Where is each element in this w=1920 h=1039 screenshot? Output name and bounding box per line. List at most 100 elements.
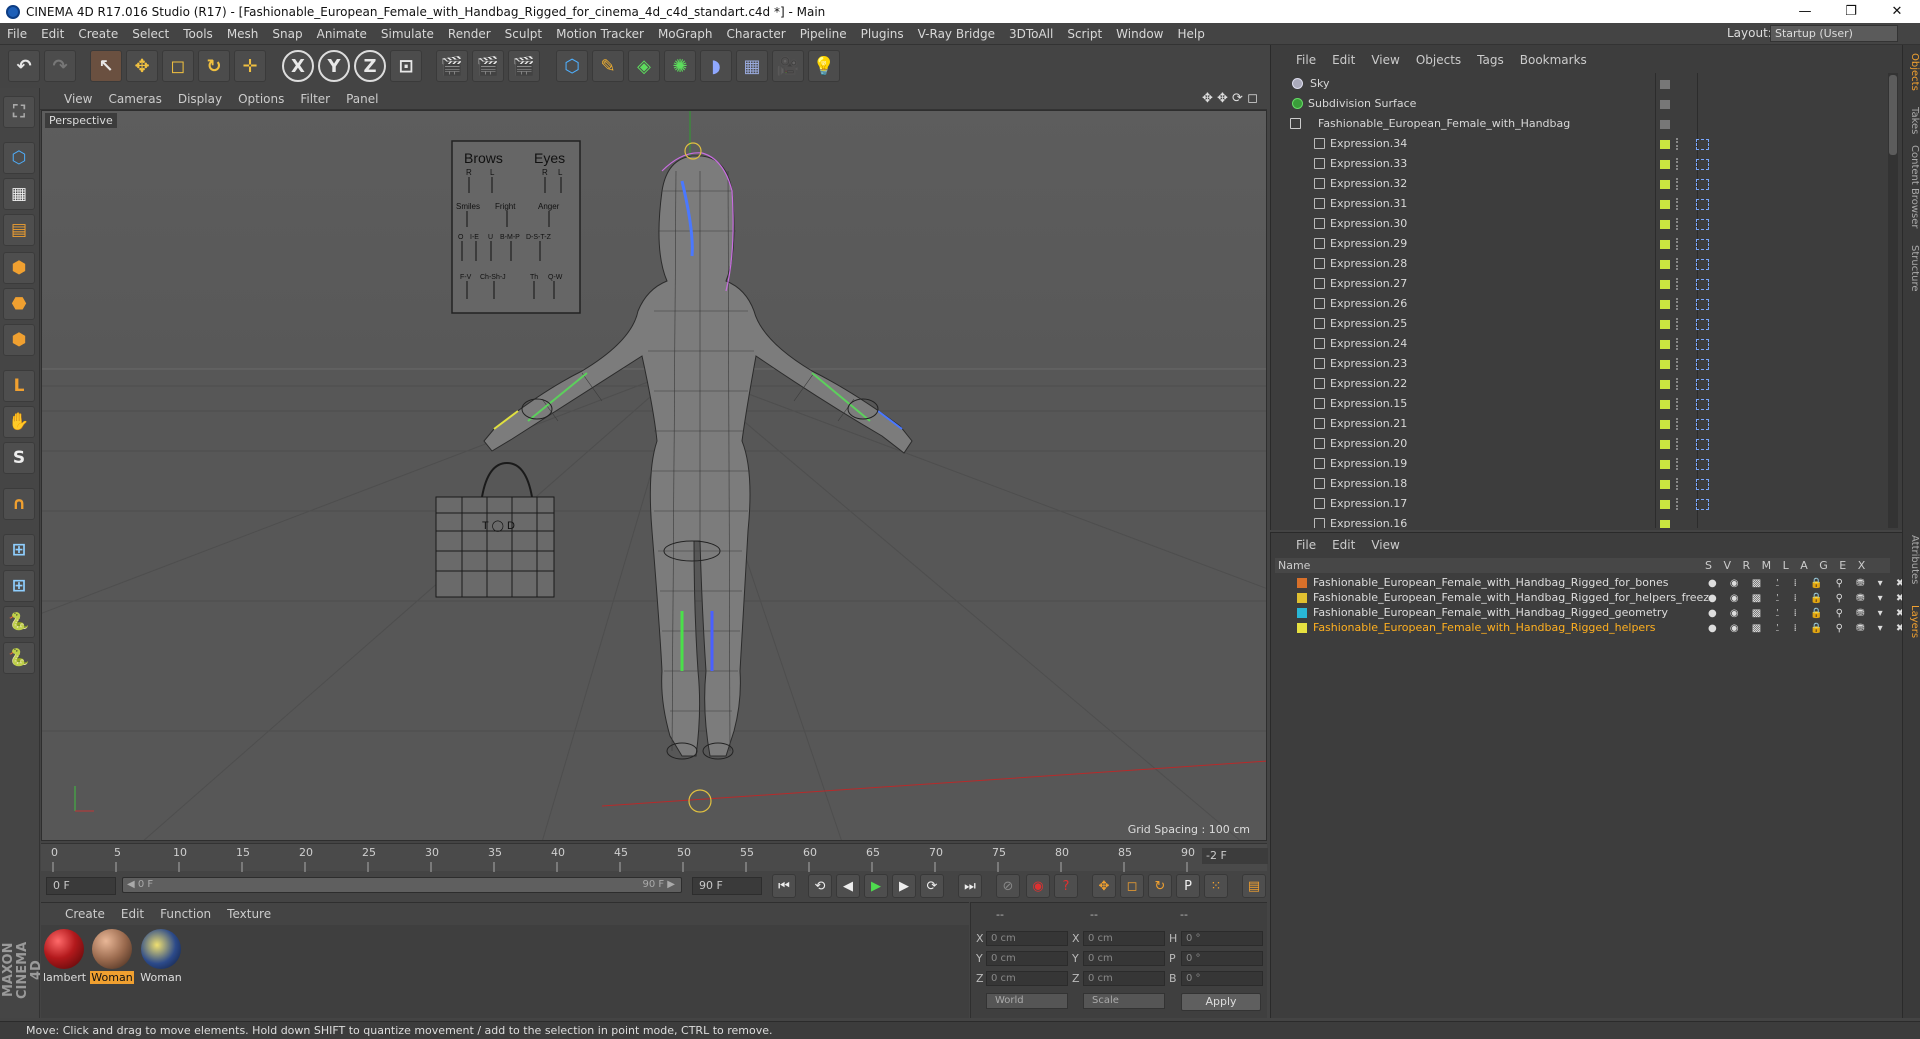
viewport-menu-panel[interactable]: Panel: [338, 92, 386, 106]
side-tab-takes[interactable]: Takes: [1904, 107, 1920, 134]
object-row-expression[interactable]: Expression.30: [1278, 214, 1890, 234]
xpresso-tag-icon[interactable]: [1696, 459, 1709, 470]
menu-help[interactable]: Help: [1170, 27, 1211, 41]
material-lambert[interactable]: lambert: [42, 929, 86, 984]
python-script-icon[interactable]: 🐍: [3, 606, 35, 638]
xpresso-tag-icon[interactable]: [1696, 359, 1709, 370]
side-tab-layers[interactable]: Layers: [1904, 605, 1920, 638]
object-row-expression[interactable]: Expression.29: [1278, 234, 1890, 254]
tweak-mode-icon[interactable]: ✋: [3, 406, 35, 438]
frame-range-slider[interactable]: ◀ 0 F 90 F ▶: [122, 877, 682, 893]
visibility-dots[interactable]: [1676, 238, 1679, 250]
object-row-expression[interactable]: Expression.20: [1278, 434, 1890, 454]
layer-flag-icons[interactable]: ● ◉ ▩ ⍘ ⁞ 🔒 ⚲ ⛃ ▾ ✖: [1708, 606, 1909, 621]
menu-select[interactable]: Select: [125, 27, 176, 41]
coord-size-x-input[interactable]: 0 cm: [1083, 931, 1165, 946]
visibility-dots[interactable]: [1676, 438, 1679, 450]
menu-tools[interactable]: Tools: [176, 27, 220, 41]
visibility-dots[interactable]: [1676, 478, 1679, 490]
menu-animate[interactable]: Animate: [310, 27, 374, 41]
layers-menu-edit[interactable]: Edit: [1324, 538, 1363, 552]
visibility-dots[interactable]: [1676, 218, 1679, 230]
object-row-expression[interactable]: Expression.16: [1278, 514, 1890, 528]
objects-menu-view[interactable]: View: [1363, 53, 1407, 67]
workplane-icon[interactable]: ▤: [3, 214, 35, 246]
xpresso-tag-icon[interactable]: [1696, 139, 1709, 150]
edges-mode-icon[interactable]: ⬣: [3, 288, 35, 320]
object-row-expression[interactable]: Expression.25: [1278, 314, 1890, 334]
timeline-window-icon[interactable]: ▤: [1242, 874, 1266, 898]
close-button[interactable]: ✕: [1874, 0, 1920, 23]
viewport-navigation-icons[interactable]: ✥ ✥ ⟳ ◻: [1202, 91, 1258, 106]
xpresso-tag-icon[interactable]: [1696, 159, 1709, 170]
make-editable-icon[interactable]: ⛶: [3, 96, 35, 128]
object-row-expression[interactable]: Expression.32: [1278, 174, 1890, 194]
minimize-button[interactable]: —: [1782, 0, 1828, 23]
menu-vray-bridge[interactable]: V-Ray Bridge: [911, 27, 1002, 41]
menu-edit[interactable]: Edit: [34, 27, 71, 41]
xpresso-tag-icon[interactable]: [1696, 299, 1709, 310]
viewport-camera-label[interactable]: Perspective: [45, 113, 117, 128]
scrollbar-thumb[interactable]: [1889, 75, 1897, 155]
coord-space-dropdown[interactable]: World: [986, 993, 1068, 1009]
apply-button[interactable]: Apply: [1181, 993, 1261, 1011]
visibility-dots[interactable]: [1676, 418, 1679, 430]
start-frame-field[interactable]: 0 F: [46, 877, 116, 895]
select-tool-icon[interactable]: ↖: [90, 50, 122, 82]
menu-pipeline[interactable]: Pipeline: [793, 27, 854, 41]
xpresso-tag-icon[interactable]: [1696, 259, 1709, 270]
viewport-menu-options[interactable]: Options: [230, 92, 292, 106]
visibility-dots[interactable]: [1676, 178, 1679, 190]
menu-file[interactable]: File: [0, 27, 34, 41]
model-mode-icon[interactable]: ⬡: [3, 142, 35, 174]
xpresso-tag-icon[interactable]: [1696, 339, 1709, 350]
coord-rotation-b-input[interactable]: 0 °: [1181, 971, 1263, 986]
menu-character[interactable]: Character: [719, 27, 792, 41]
scale-tool-icon[interactable]: ◻: [162, 50, 194, 82]
key-scale-icon[interactable]: ◻: [1120, 874, 1144, 898]
visibility-dots[interactable]: [1676, 138, 1679, 150]
menu-render[interactable]: Render: [441, 27, 498, 41]
side-tab-structure[interactable]: Structure: [1904, 245, 1920, 292]
menu-simulate[interactable]: Simulate: [374, 27, 441, 41]
x-axis-lock-icon[interactable]: X: [282, 50, 314, 82]
key-rotation-icon[interactable]: ↻: [1148, 874, 1172, 898]
object-row-expression[interactable]: Expression.22: [1278, 374, 1890, 394]
object-row-expression[interactable]: Expression.26: [1278, 294, 1890, 314]
visibility-dots[interactable]: [1676, 318, 1679, 330]
object-row-expression[interactable]: Expression.34: [1278, 134, 1890, 154]
menu-script[interactable]: Script: [1060, 27, 1109, 41]
visibility-dots[interactable]: [1676, 298, 1679, 310]
deformer-icon[interactable]: ◗: [700, 50, 732, 82]
xpresso-tag-icon[interactable]: [1696, 179, 1709, 190]
visibility-dots[interactable]: [1676, 258, 1679, 270]
render-picture-viewer-icon[interactable]: 🎬: [472, 50, 504, 82]
xpresso-tag-icon[interactable]: [1696, 399, 1709, 410]
camera-icon[interactable]: 🎥: [772, 50, 804, 82]
cube-primitive-icon[interactable]: ⬡: [556, 50, 588, 82]
side-tab-content-browser[interactable]: Content Browser: [1904, 145, 1920, 228]
key-parameter-icon[interactable]: P: [1176, 874, 1200, 898]
previous-frame-icon[interactable]: ◀: [836, 874, 860, 898]
y-axis-lock-icon[interactable]: Y: [318, 50, 350, 82]
object-row-expression[interactable]: Expression.19: [1278, 454, 1890, 474]
python-script-2-icon[interactable]: 🐍: [3, 642, 35, 674]
object-row-expression[interactable]: Expression.31: [1278, 194, 1890, 214]
visibility-dots[interactable]: [1676, 198, 1679, 210]
coord-size-z-input[interactable]: 0 cm: [1083, 971, 1165, 986]
xpresso-tag-icon[interactable]: [1696, 419, 1709, 430]
visibility-dots[interactable]: [1676, 398, 1679, 410]
next-key-icon[interactable]: ⟳: [920, 874, 944, 898]
record-disabled-icon[interactable]: ⊘: [996, 874, 1020, 898]
object-row-expression[interactable]: Expression.23: [1278, 354, 1890, 374]
visibility-dots[interactable]: [1676, 378, 1679, 390]
record-keys-icon[interactable]: ◉: [1026, 874, 1050, 898]
key-position-icon[interactable]: ✥: [1092, 874, 1116, 898]
subdivision-surface-icon[interactable]: ◈: [628, 50, 660, 82]
visibility-dots[interactable]: [1676, 358, 1679, 370]
viewport-menu-display[interactable]: Display: [170, 92, 230, 106]
transform-tool-icon[interactable]: ✛: [234, 50, 266, 82]
layout-dropdown[interactable]: Startup (User): [1770, 25, 1898, 42]
coord-rotation-p-input[interactable]: 0 °: [1181, 951, 1263, 966]
coordinate-system-icon[interactable]: ⊡: [390, 50, 422, 82]
